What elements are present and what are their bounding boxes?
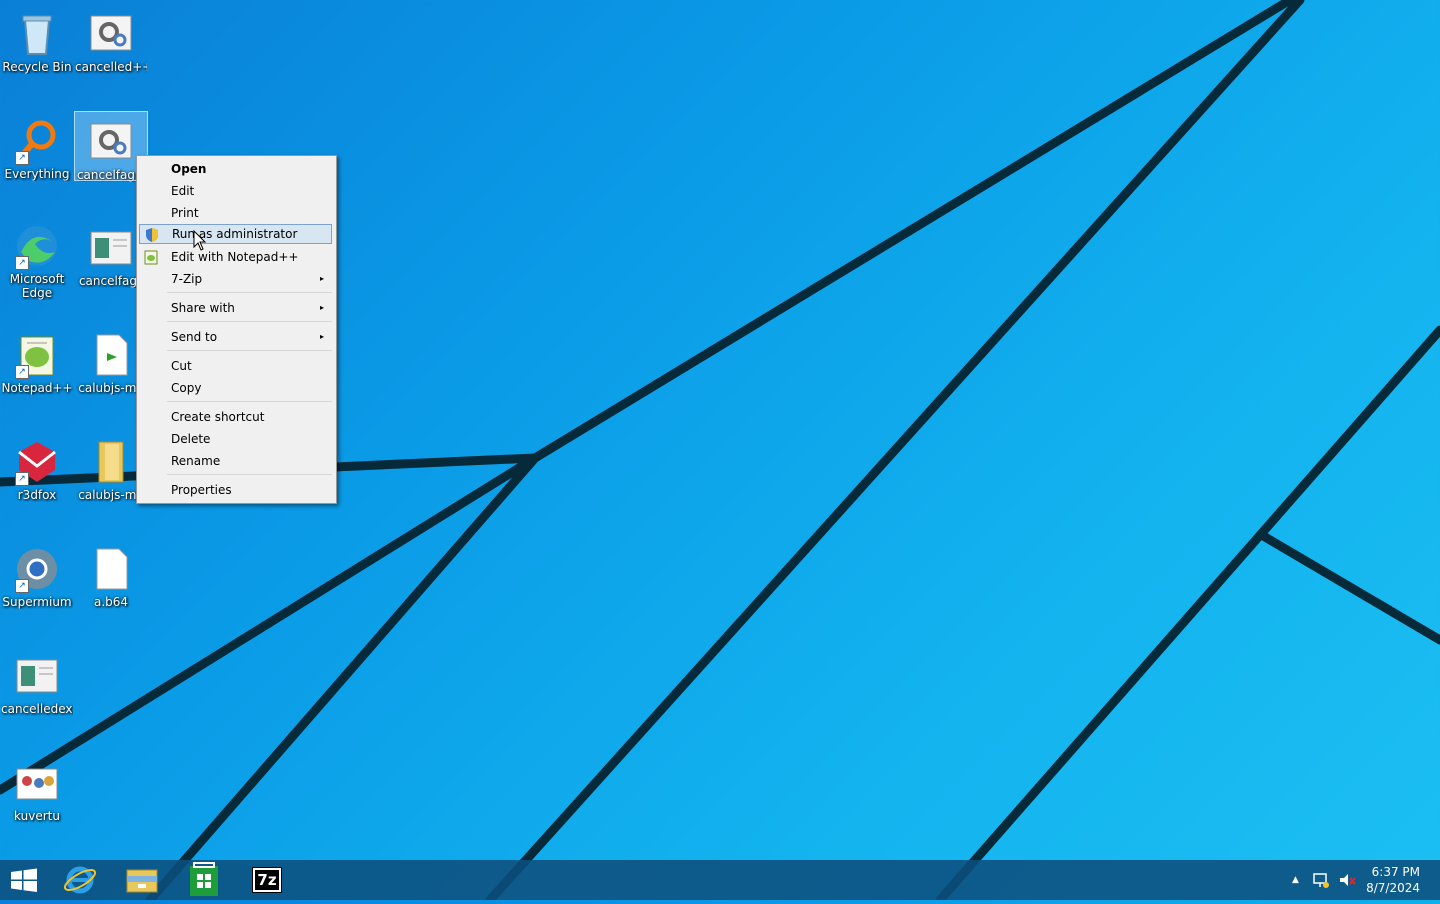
blank-file-icon [87, 545, 135, 593]
settings-file-icon [87, 118, 135, 166]
menu-item-label: Delete [171, 432, 211, 446]
taskbar-internet-explorer[interactable] [56, 860, 104, 900]
start-button[interactable] [0, 860, 48, 900]
desktop-icon-kuvertu[interactable]: kuvertu [1, 753, 73, 823]
desktop-icon-recycle-bin[interactable]: Recycle Bin [1, 4, 73, 74]
file-explorer-icon [126, 869, 158, 893]
menu-item-label: Edit [171, 184, 195, 198]
notepad-plus-plus-icon: ↗ [13, 331, 61, 379]
internet-explorer-icon [63, 866, 97, 894]
desktop-icon-a-b64[interactable]: a.b64 [75, 539, 147, 609]
menu-separator [167, 350, 332, 351]
submenu-arrow-icon: ▸ [319, 332, 324, 341]
r3dfox-browser-icon: ↗ [13, 438, 61, 486]
desktop-icon-r3dfox[interactable]: ↗ r3dfox [1, 432, 73, 502]
menu-separator [167, 474, 332, 475]
desktop-icon-label: Supermium [2, 595, 72, 609]
menu-item-label: Share with [171, 301, 235, 315]
seven-zip-icon: 7z [252, 867, 282, 893]
desktop-icon-label: Everything [4, 167, 70, 181]
settings-file-icon [87, 10, 135, 58]
shortcut-arrow-icon: ↗ [15, 151, 29, 165]
menu-item-edit-with-notepad-pp[interactable]: Edit with Notepad++ [139, 247, 332, 267]
menu-item-label: Edit with Notepad++ [171, 250, 299, 264]
desktop-icon-label: Recycle Bin [2, 60, 72, 74]
recycle-bin-icon [13, 10, 61, 58]
script-file-icon [87, 331, 135, 379]
menu-item-create-shortcut[interactable]: Create shortcut [139, 407, 332, 427]
taskbar: 7z ▲ 6:37 PM 8/7/2024 [0, 860, 1440, 900]
menu-item-label: Cut [171, 359, 192, 373]
desktop-icon-label: cancelled++ [75, 60, 147, 74]
desktop-icon-microsoft-edge[interactable]: ↗ Microsoft Edge [1, 216, 73, 300]
menu-item-edit[interactable]: Edit [139, 181, 332, 201]
desktop-icon-cancelledexe[interactable]: cancelledexe [1, 646, 73, 716]
mouse-cursor-icon [193, 230, 207, 251]
menu-item-label: Open [171, 162, 207, 176]
menu-item-open[interactable]: Open [139, 159, 332, 179]
shortcut-arrow-icon: ↗ [15, 365, 29, 379]
uac-shield-icon [144, 227, 160, 243]
shortcut-arrow-icon: ↗ [15, 256, 29, 270]
menu-item-label: 7-Zip [171, 272, 203, 286]
menu-item-cut[interactable]: Cut [139, 356, 332, 376]
menu-item-label: Create shortcut [171, 410, 265, 424]
menu-item-run-as-administrator[interactable]: Run as administrator [139, 224, 332, 244]
clock-date: 8/7/2024 [1366, 881, 1420, 895]
desktop-icon-cancelled-pp[interactable]: cancelled++ [75, 4, 147, 74]
application-window-icon [87, 224, 135, 272]
store-bag-icon [190, 862, 218, 896]
menu-item-rename[interactable]: Rename [139, 451, 332, 471]
menu-item-7-zip[interactable]: 7-Zip ▸ [139, 269, 332, 289]
notepad-plus-plus-icon [143, 249, 159, 265]
menu-item-label: Copy [171, 381, 202, 395]
desktop-icon-supermium[interactable]: ↗ Supermium [1, 539, 73, 609]
menu-item-print[interactable]: Print [139, 203, 332, 223]
supermium-browser-icon: ↗ [13, 545, 61, 593]
menu-item-label: Send to [171, 330, 218, 344]
desktop-icon-everything[interactable]: ↗ Everything [1, 111, 73, 181]
edge-browser-icon: ↗ [13, 222, 61, 270]
desktop-icon-label: cancelledexe [1, 702, 73, 716]
menu-separator [167, 401, 332, 402]
desktop-icon-label: Notepad++ [1, 381, 73, 395]
image-file-icon [13, 759, 61, 807]
submenu-arrow-icon: ▸ [319, 274, 324, 283]
taskbar-clock[interactable]: 6:37 PM 8/7/2024 [1350, 864, 1420, 896]
desktop-icon-label: a.b64 [93, 595, 129, 609]
show-hidden-icons-chevron-icon[interactable]: ▲ [1292, 875, 1299, 885]
application-window-icon [13, 652, 61, 700]
taskbar-store[interactable] [180, 860, 228, 900]
menu-separator [167, 321, 332, 322]
submenu-arrow-icon: ▸ [319, 303, 324, 312]
clock-time: 6:37 PM [1371, 865, 1420, 879]
menu-item-label: Rename [171, 454, 221, 468]
desktop-icon-label: Microsoft Edge [9, 272, 65, 300]
seven-zip-label: 7z [255, 870, 279, 890]
desktop-icon-label: kuvertu [14, 809, 60, 823]
menu-item-label: Print [171, 206, 199, 220]
shortcut-arrow-icon: ↗ [15, 472, 29, 486]
taskbar-7zip[interactable]: 7z [243, 860, 291, 900]
network-icon[interactable] [1312, 871, 1330, 892]
desktop-icon-notepad-pp[interactable]: ↗ Notepad++ [1, 325, 73, 395]
menu-item-delete[interactable]: Delete [139, 429, 332, 449]
desktop-icon-label: r3dfox [17, 488, 57, 502]
menu-item-label: Properties [171, 483, 232, 497]
menu-separator [167, 292, 332, 293]
menu-item-label: Run as administrator [172, 227, 298, 241]
file-context-menu: Open Edit Print Run as administrator Edi… [136, 155, 337, 504]
windows-logo-icon [11, 868, 37, 892]
menu-item-share-with[interactable]: Share with ▸ [139, 298, 332, 318]
shortcut-arrow-icon: ↗ [15, 579, 29, 593]
menu-item-properties[interactable]: Properties [139, 480, 332, 500]
menu-item-send-to[interactable]: Send to ▸ [139, 327, 332, 347]
everything-search-icon: ↗ [13, 117, 61, 165]
menu-item-copy[interactable]: Copy [139, 378, 332, 398]
folder-icon [87, 438, 135, 486]
taskbar-file-explorer[interactable] [118, 860, 166, 900]
